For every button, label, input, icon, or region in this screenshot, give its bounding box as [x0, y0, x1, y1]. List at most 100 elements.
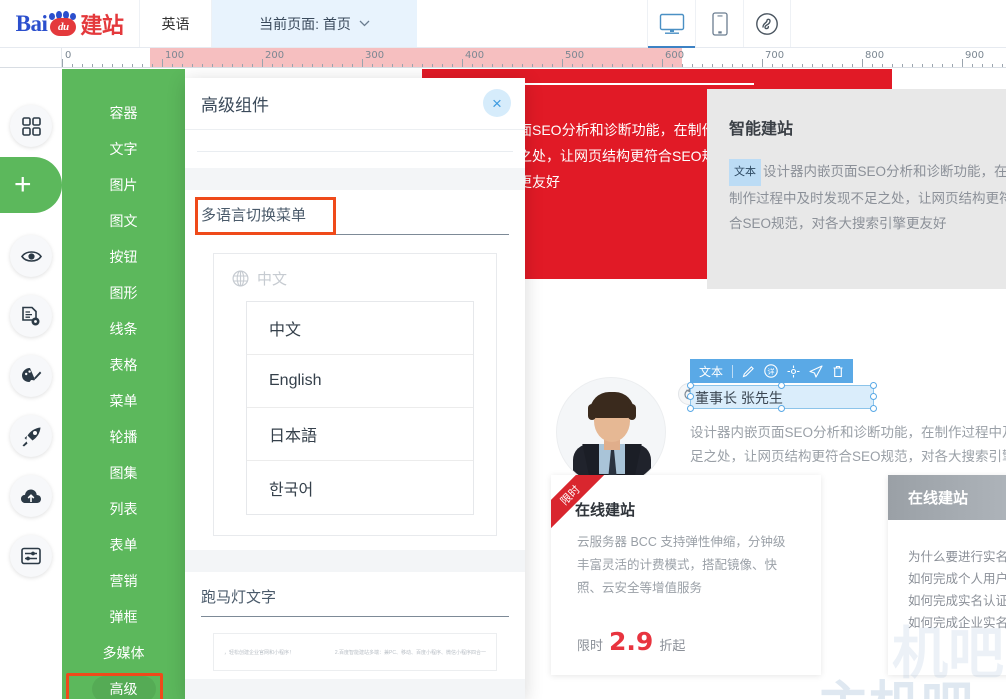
- send-plane-icon[interactable]: [809, 364, 823, 378]
- section-label: 跑马灯文字: [201, 589, 277, 606]
- language-option-zh[interactable]: 中文: [247, 302, 473, 355]
- logo-cn-text: 建站: [80, 12, 124, 38]
- resize-handle-nw[interactable]: [687, 382, 694, 389]
- mobile-view-icon[interactable]: [695, 0, 743, 47]
- ruler-tick-minor: [582, 64, 583, 67]
- ruler-tick-minor: [102, 64, 103, 67]
- ruler-tick-label: 300: [365, 50, 385, 61]
- page-settings-icon[interactable]: [10, 295, 52, 337]
- plus-glyph: +: [14, 168, 32, 201]
- resize-handle-s[interactable]: [778, 405, 785, 412]
- ruler-tick-minor: [202, 64, 203, 67]
- list-item[interactable]: 为什么要进行实名认证: [908, 546, 1006, 568]
- smart-build-title: 智能建站: [729, 121, 794, 138]
- ruler-tick-minor: [692, 64, 693, 67]
- resize-handle-ne[interactable]: [870, 382, 877, 389]
- ruler-tick-minor: [432, 64, 433, 67]
- component-category-10[interactable]: 图集: [62, 455, 185, 491]
- logo-du-text: du: [50, 17, 77, 36]
- horizontal-ruler[interactable]: 0 100 200 300 400 500 600 700 800 900: [0, 48, 1006, 68]
- component-category-2[interactable]: 图片: [62, 167, 185, 203]
- sliders-settings-icon[interactable]: [10, 535, 52, 577]
- eye-preview-icon[interactable]: [10, 235, 52, 277]
- component-category-9[interactable]: 轮播: [62, 419, 185, 455]
- ruler-ticks: 0 100 200 300 400 500 600 700 800 900: [0, 48, 1006, 67]
- component-category-label: 列表: [109, 501, 138, 517]
- rocket-publish-icon[interactable]: [10, 415, 52, 457]
- plus-icon[interactable]: +: [0, 157, 62, 213]
- component-category-3[interactable]: 图文: [62, 203, 185, 239]
- resize-handle-w[interactable]: [687, 393, 694, 400]
- panel-body[interactable]: 多语言切换菜单 中文 中文 English 日本語 한국어 跑马灯文字 ，轻松创…: [185, 130, 525, 699]
- language-option-list[interactable]: 中文 English 日本語 한국어: [246, 301, 474, 515]
- ruler-tick-minor: [872, 64, 873, 67]
- cloud-upload-icon[interactable]: [10, 475, 52, 517]
- ruler-tick-minor: [532, 64, 533, 67]
- close-icon[interactable]: ×: [483, 89, 511, 117]
- component-category-13[interactable]: 营销: [62, 563, 185, 599]
- component-category-menu[interactable]: 容器文字图片图文按钮图形线条表格菜单轮播图集列表表单营销弹框多媒体高级系统地图: [62, 69, 185, 699]
- ruler-tick-minor: [172, 64, 173, 67]
- apps-grid-icon[interactable]: [10, 105, 52, 147]
- component-category-5[interactable]: 图形: [62, 275, 185, 311]
- current-page-selector[interactable]: 当前页面: 首页: [212, 0, 417, 47]
- move-anchor-icon[interactable]: [787, 365, 800, 378]
- smart-build-card[interactable]: 智能建站 文本 设计器内嵌页面SEO分析和诊断功能，在制作过程中及时发现不足之处，…: [707, 89, 1006, 289]
- bcc-product-card[interactable]: 限时 在线建站 云服务器 BCC 支持弹性伸缩，分钟级丰富灵活的计费模式，搭配镜…: [551, 475, 821, 675]
- ruler-tick-minor: [942, 64, 943, 67]
- component-category-1[interactable]: 文字: [62, 131, 185, 167]
- ruler-tick-minor: [142, 64, 143, 67]
- selection-toolbar[interactable]: 文本 详: [690, 359, 854, 383]
- component-category-11[interactable]: 列表: [62, 491, 185, 527]
- component-category-8[interactable]: 菜单: [62, 383, 185, 419]
- language-switch-preview[interactable]: 中文 中文 English 日本語 한국어: [213, 253, 497, 536]
- language-option-en[interactable]: English: [247, 355, 473, 408]
- component-category-0[interactable]: 容器: [62, 95, 185, 131]
- component-category-14[interactable]: 弹框: [62, 599, 185, 635]
- ruler-tick-minor: [482, 64, 483, 67]
- avatar-block[interactable]: [556, 377, 700, 487]
- ruler-tick-minor: [322, 64, 323, 67]
- logo-bai-text: Bai: [15, 10, 48, 36]
- ruler-tick-minor: [732, 64, 733, 67]
- ruler-tick-minor: [852, 64, 853, 67]
- ruler-tick-minor: [222, 64, 223, 67]
- ruler-tick-major: [862, 59, 863, 67]
- selected-text-box[interactable]: 董事长 张先生: [687, 382, 877, 412]
- ruler-tick-label: 0: [65, 50, 72, 61]
- edit-pencil-icon[interactable]: [742, 365, 755, 378]
- ruler-tick-minor: [372, 64, 373, 67]
- delete-trash-icon[interactable]: [832, 365, 844, 378]
- language-option-ja[interactable]: 日本語: [247, 408, 473, 461]
- advanced-components-panel[interactable]: 高级组件 × 多语言切换菜单 中文 中文 English 日本語 한국어 跑马灯…: [185, 78, 525, 699]
- component-category-4[interactable]: 按钮: [62, 239, 185, 275]
- marquee-preview[interactable]: ，轻松创建企业官网和小程序！ 2.百度智能建站多端：兼PC、移动、百度小程序、微…: [213, 633, 497, 671]
- list-item[interactable]: 如何完成实名认证: [908, 590, 1006, 612]
- component-category-15[interactable]: 多媒体: [62, 635, 185, 671]
- language-option-ko[interactable]: 한국어: [247, 461, 473, 514]
- list-item[interactable]: 如何完成企业实名认证: [908, 612, 1006, 634]
- help-links-card[interactable]: 在线建站 为什么要进行实名认证 如何完成个人用户实名认证 如何完成实名认证 如何…: [888, 475, 1006, 675]
- palette-theme-icon[interactable]: [10, 355, 52, 397]
- language-button[interactable]: 英语: [140, 0, 212, 47]
- resize-handle-e[interactable]: [870, 393, 877, 400]
- component-category-6[interactable]: 线条: [62, 311, 185, 347]
- current-language-row[interactable]: 中文: [224, 268, 486, 289]
- resize-handle-n[interactable]: [778, 382, 785, 389]
- ruler-tick-minor: [272, 64, 273, 67]
- component-category-7[interactable]: 表格: [62, 347, 185, 383]
- ruler-tick-label: 600: [665, 50, 685, 61]
- ruler-tick-minor: [752, 64, 753, 67]
- miniprogram-view-icon[interactable]: [743, 0, 791, 47]
- detail-circle-icon[interactable]: 详: [764, 364, 778, 378]
- list-item[interactable]: 如何完成个人用户实名认证: [908, 568, 1006, 590]
- resize-handle-se[interactable]: [870, 405, 877, 412]
- resize-handle-sw[interactable]: [687, 405, 694, 412]
- desktop-view-icon[interactable]: [647, 0, 695, 48]
- section-divider-gap: [185, 168, 525, 190]
- component-category-12[interactable]: 表单: [62, 527, 185, 563]
- ruler-tick-minor: [602, 64, 603, 67]
- component-category-16[interactable]: 高级: [62, 671, 185, 699]
- ruler-tick-minor: [622, 64, 623, 67]
- baidu-logo[interactable]: Bai du 建站: [0, 0, 140, 47]
